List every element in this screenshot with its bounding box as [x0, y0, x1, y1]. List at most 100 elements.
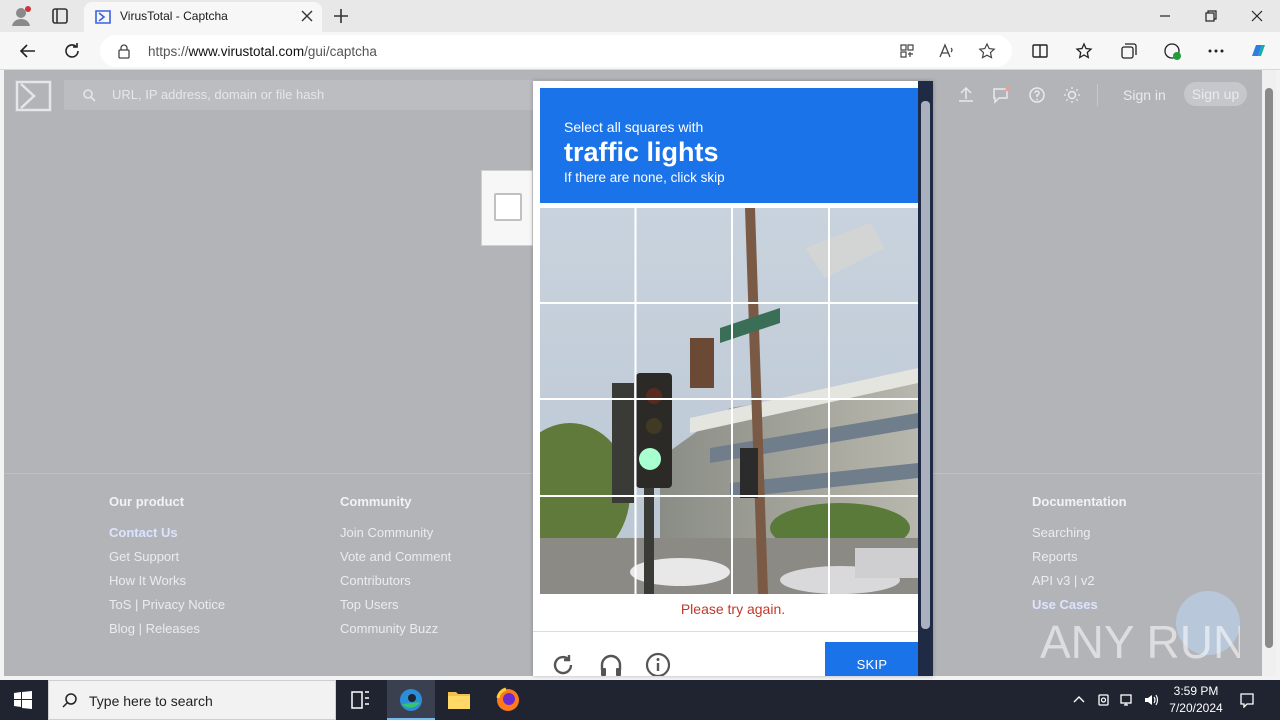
page-scrollbar[interactable]: [1262, 70, 1276, 676]
close-tab-icon[interactable]: [300, 9, 314, 23]
site-search-box[interactable]: URL, IP address, domain or file hash: [64, 80, 564, 110]
page-scrollbar-thumb[interactable]: [1265, 88, 1273, 648]
footer-column-product: Our product Contact Us Get Support How I…: [109, 494, 225, 645]
help-icon[interactable]: [1028, 86, 1046, 104]
footer-link-how-it-works[interactable]: How It Works: [109, 573, 225, 597]
favorite-star-icon[interactable]: [978, 42, 996, 60]
file-explorer-icon[interactable]: [435, 680, 483, 720]
captcha-error-message: Please try again.: [680, 601, 786, 617]
taskbar-clock[interactable]: 3:59 PM 7/20/2024: [1160, 683, 1232, 717]
captcha-checkbox[interactable]: [494, 193, 522, 221]
captcha-target: traffic lights: [564, 137, 719, 167]
grid-tile[interactable]: [540, 208, 635, 303]
edge-icon: [400, 689, 422, 711]
browser-toolbar: https://www.virustotal.com/gui/captcha: [0, 32, 1280, 70]
collections-icon[interactable]: [1118, 41, 1138, 61]
browser-tab-active[interactable]: VirusTotal - Captcha: [84, 2, 322, 32]
minimize-icon[interactable]: [1157, 8, 1173, 24]
close-window-icon[interactable]: [1249, 8, 1265, 24]
captcha-instruction: Select all squares with: [564, 119, 704, 135]
theme-toggle-icon[interactable]: [1063, 86, 1081, 104]
footer-link-join-community[interactable]: Join Community: [340, 525, 451, 549]
footer-link-reports[interactable]: Reports: [1032, 549, 1127, 573]
network-icon[interactable]: [1119, 692, 1135, 708]
tray-chevron-up-icon[interactable]: [1071, 692, 1087, 708]
windows-taskbar: Type here to search 3:59 PM 7/20/2024: [0, 680, 1280, 720]
captcha-image-grid: [540, 208, 918, 594]
grid-tile[interactable]: [830, 304, 918, 399]
anyrun-watermark: ANY RUN: [1040, 616, 1240, 668]
footer-link-top-users[interactable]: Top Users: [340, 597, 451, 621]
volume-icon[interactable]: [1143, 692, 1159, 708]
copilot-icon[interactable]: [1248, 41, 1268, 61]
grid-tile[interactable]: [733, 497, 829, 594]
footer-link-contact-us[interactable]: Contact Us: [109, 525, 225, 549]
profile-avatar-icon[interactable]: [10, 5, 32, 27]
back-icon[interactable]: [18, 41, 38, 61]
header-divider: [1097, 84, 1098, 106]
grid-tile[interactable]: [540, 400, 635, 496]
grid-tile[interactable]: [733, 400, 829, 496]
upload-icon[interactable]: [957, 86, 975, 104]
footer-link-vote-comment[interactable]: Vote and Comment: [340, 549, 451, 573]
footer-link-contributors[interactable]: Contributors: [340, 573, 451, 597]
grid-tile[interactable]: [830, 208, 918, 303]
taskbar-search-box[interactable]: Type here to search: [48, 680, 336, 720]
captcha-scrollbar-thumb[interactable]: [921, 101, 930, 629]
tab-title: VirusTotal - Captcha: [120, 9, 228, 23]
search-icon: [62, 693, 77, 708]
audio-challenge-icon[interactable]: [598, 652, 624, 676]
captcha-scrollbar[interactable]: [918, 81, 933, 676]
edge-taskbar-button[interactable]: [387, 680, 435, 720]
grid-tile[interactable]: [733, 304, 829, 399]
captcha-checkbox-widget: [481, 170, 533, 246]
footer-link-api[interactable]: API v3 | v2: [1032, 573, 1127, 597]
footer-column-community: Community Join Community Vote and Commen…: [340, 494, 451, 645]
firefox-icon[interactable]: [484, 680, 532, 720]
address-bar[interactable]: https://www.virustotal.com/gui/captcha: [100, 35, 1012, 67]
device-icon[interactable]: [1096, 692, 1112, 708]
search-icon: [83, 89, 96, 102]
footer-heading: Community: [340, 494, 412, 509]
grid-tile[interactable]: [636, 497, 732, 594]
browser-tab-strip: VirusTotal - Captcha: [0, 0, 1280, 32]
split-screen-icon[interactable]: [1030, 41, 1050, 61]
sign-up-button[interactable]: Sign up: [1184, 82, 1247, 106]
task-view-icon[interactable]: [336, 680, 384, 720]
app-available-icon[interactable]: [898, 42, 916, 60]
read-aloud-icon[interactable]: [938, 42, 956, 60]
reload-challenge-icon[interactable]: [550, 652, 576, 676]
grid-tile[interactable]: [636, 400, 732, 496]
more-menu-icon[interactable]: [1206, 41, 1226, 61]
footer-link-tos-privacy[interactable]: ToS | Privacy Notice: [109, 597, 225, 621]
grid-tile[interactable]: [733, 208, 829, 303]
footer-link-community-buzz[interactable]: Community Buzz: [340, 621, 451, 645]
grid-tile[interactable]: [540, 497, 635, 594]
refresh-icon[interactable]: [62, 41, 82, 61]
captcha-footer: SKIP: [533, 631, 933, 676]
windows-start-icon[interactable]: [14, 691, 32, 709]
footer-link-blog-releases[interactable]: Blog | Releases: [109, 621, 225, 645]
grid-tile[interactable]: [830, 497, 918, 594]
clock-date: 7/20/2024: [1169, 701, 1223, 715]
info-icon[interactable]: [645, 652, 671, 676]
sign-in-link[interactable]: Sign in: [1123, 87, 1166, 103]
notification-center-icon[interactable]: [1239, 692, 1255, 708]
notifications-icon[interactable]: [992, 86, 1010, 104]
footer-link-get-support[interactable]: Get Support: [109, 549, 225, 573]
footer-link-searching[interactable]: Searching: [1032, 525, 1127, 549]
grid-tile[interactable]: [540, 304, 635, 399]
new-tab-icon[interactable]: [332, 7, 350, 25]
captcha-challenge-dialog: Select all squares with traffic lights I…: [533, 81, 933, 676]
virustotal-favicon-icon: [95, 10, 111, 24]
restore-icon[interactable]: [1203, 8, 1219, 24]
grid-tile[interactable]: [636, 304, 732, 399]
favorites-icon[interactable]: [1074, 41, 1094, 61]
lock-icon[interactable]: [116, 43, 132, 59]
grid-tile[interactable]: [636, 208, 732, 303]
tab-actions-icon[interactable]: [50, 6, 70, 26]
browser-essentials-icon[interactable]: [1162, 41, 1182, 61]
skip-button[interactable]: SKIP: [825, 642, 919, 676]
grid-tile[interactable]: [830, 400, 918, 496]
virustotal-logo-icon[interactable]: [15, 80, 52, 112]
